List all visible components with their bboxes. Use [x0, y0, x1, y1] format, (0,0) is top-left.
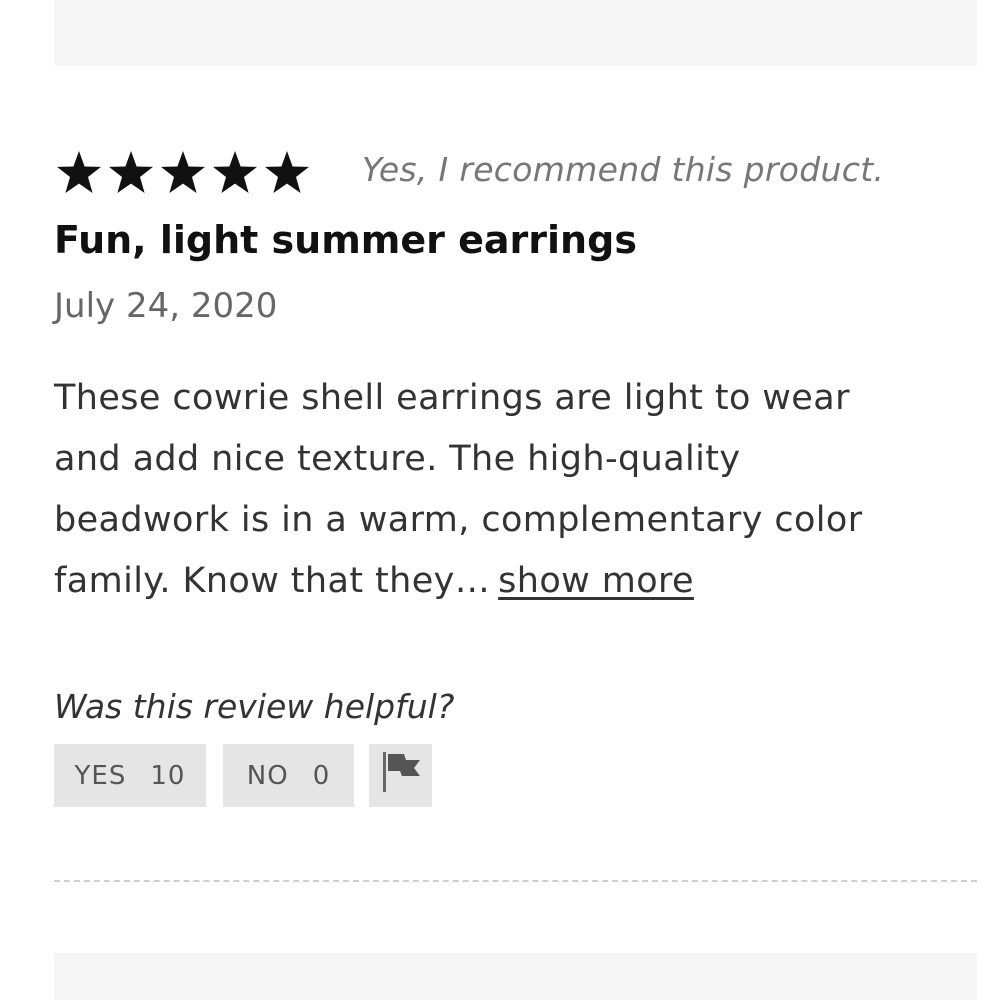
show-more-link[interactable]: show more [498, 561, 694, 601]
helpful-question: Was this review helpful? [54, 687, 455, 726]
review-title: Fun, light summer earrings [54, 218, 637, 262]
previous-section-band [54, 0, 977, 66]
no-count: 0 [312, 760, 331, 791]
review-body-last-line: family. Know that they… show more [54, 551, 954, 612]
star-icon [264, 150, 310, 196]
review-body-line: and add nice texture. The high-quality [54, 439, 741, 479]
review-body-line: These cowrie shell earrings are light to… [54, 378, 850, 418]
flag-icon [380, 750, 422, 801]
helpful-no-button[interactable]: NO 0 [223, 744, 354, 807]
star-icon [212, 150, 258, 196]
yes-count: 10 [150, 760, 186, 791]
star-icon [108, 150, 154, 196]
review-date: July 24, 2020 [54, 286, 278, 326]
star-icon [56, 150, 102, 196]
star-rating [56, 150, 310, 196]
star-icon [160, 150, 206, 196]
review-divider [54, 880, 977, 882]
helpful-yes-button[interactable]: YES 10 [54, 744, 206, 807]
review-body: These cowrie shell earrings are light to… [54, 368, 954, 612]
review-body-line: family. Know that they… [54, 561, 491, 601]
report-flag-button[interactable] [369, 744, 432, 807]
no-label: NO [246, 760, 289, 791]
review-body-line: beadwork is in a warm, complementary col… [54, 500, 863, 540]
next-section-band [54, 953, 977, 1000]
yes-label: YES [74, 760, 127, 791]
recommend-text: Yes, I recommend this product. [362, 150, 885, 189]
